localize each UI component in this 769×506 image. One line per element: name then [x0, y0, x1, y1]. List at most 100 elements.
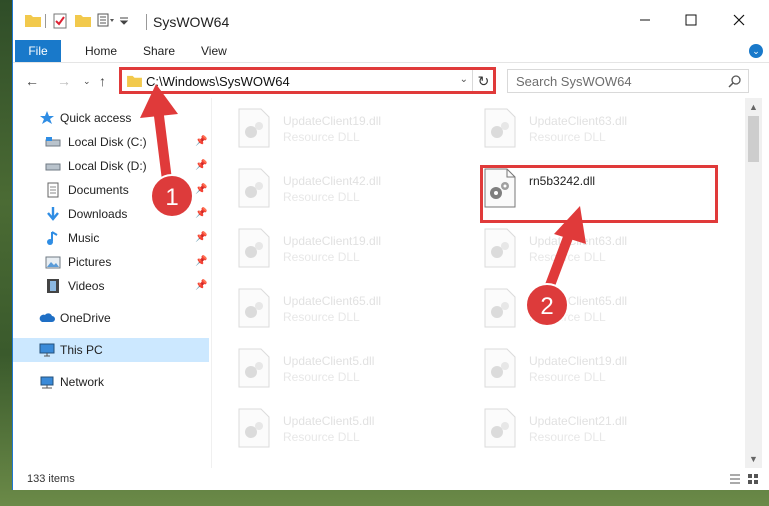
file-tile[interactable]: UpdateClient19.dll Resource DLL	[459, 342, 695, 398]
nav-label: This PC	[60, 343, 103, 357]
dll-file-icon	[484, 288, 516, 328]
pin-icon[interactable]: 📌	[195, 160, 207, 171]
nav-label: Local Disk (D:)	[68, 159, 147, 173]
nav-item-network[interactable]: Network	[13, 370, 209, 394]
file-type: Resource DLL	[283, 370, 360, 384]
ribbon-expand-icon[interactable]: ⌄	[749, 44, 763, 58]
folder-icon[interactable]	[25, 13, 41, 27]
file-tile[interactable]: UpdateClient42.dll Resource DLL	[213, 162, 449, 218]
file-type: Resource DLL	[283, 430, 360, 444]
drive-icon	[45, 137, 61, 147]
file-list: UpdateClient19.dll Resource DLL UpdateCl…	[213, 98, 745, 468]
dll-file-icon	[484, 408, 516, 448]
maximize-icon[interactable]	[681, 10, 701, 30]
file-name: UpdateClient65.dll	[283, 294, 382, 308]
tab-home[interactable]: Home	[85, 40, 117, 62]
file-tile[interactable]: UpdateClient63.dll Resource DLL	[459, 222, 695, 278]
navigation-pane: Quick access Local Disk (C:) 📌 Local Dis…	[13, 98, 209, 468]
file-type: Resource DLL	[529, 430, 606, 444]
nav-item-this-pc[interactable]: This PC	[13, 338, 209, 362]
large-icons-view-icon[interactable]	[747, 473, 759, 485]
pin-icon[interactable]: 📌	[195, 208, 207, 219]
tab-file[interactable]: File	[15, 40, 61, 62]
film-icon	[47, 279, 59, 293]
properties-icon[interactable]	[53, 13, 67, 29]
back-arrow-icon[interactable]: ←	[25, 73, 39, 89]
dll-file-icon	[484, 348, 516, 388]
pin-icon[interactable]: 📌	[195, 184, 207, 195]
pictures-icon	[45, 256, 61, 269]
nav-label: Documents	[68, 183, 129, 197]
minimize-icon[interactable]	[635, 10, 655, 30]
file-type: Resource DLL	[529, 370, 606, 384]
file-tile[interactable]: UpdateClient63.dll Resource DLL	[459, 102, 695, 158]
nav-item-music[interactable]: Music 📌	[13, 226, 209, 250]
nav-label: Network	[60, 375, 105, 389]
computer-icon	[39, 343, 55, 357]
pane-divider[interactable]	[211, 98, 212, 468]
file-name: UpdateClient19.dll	[283, 234, 382, 248]
file-name: UpdateClient21.dll	[529, 414, 628, 428]
up-arrow-icon[interactable]: ↑	[99, 73, 106, 89]
file-tile[interactable]: UpdateClient65.dll Resource DLL	[459, 282, 695, 338]
vertical-scrollbar[interactable]: ▲ ▼	[745, 98, 762, 468]
forward-arrow-icon[interactable]: →	[57, 73, 71, 89]
close-icon[interactable]	[729, 10, 749, 30]
qa-separator	[45, 14, 46, 28]
file-tile[interactable]: UpdateClient5.dll Resource DLL	[213, 402, 449, 458]
dll-file-icon	[238, 408, 270, 448]
file-name: UpdateClient19.dll	[529, 354, 628, 368]
document-icon	[47, 182, 59, 198]
dll-file-icon	[484, 228, 516, 268]
search-input[interactable]: Search SysWOW64	[507, 69, 749, 93]
pin-icon[interactable]: 📌	[195, 280, 207, 291]
file-tile[interactable]: UpdateClient19.dll Resource DLL	[213, 102, 449, 158]
nav-item-pictures[interactable]: Pictures 📌	[13, 250, 209, 274]
file-name: UpdateClient5.dll	[283, 354, 375, 368]
nav-label: Pictures	[68, 255, 112, 269]
nav-item-onedrive[interactable]: OneDrive	[13, 306, 209, 330]
dll-file-icon	[238, 168, 270, 208]
file-tile[interactable]: UpdateClient5.dll Resource DLL	[213, 342, 449, 398]
nav-label: OneDrive	[60, 311, 111, 325]
cloud-icon	[39, 313, 55, 322]
file-name: UpdateClient63.dll	[529, 114, 628, 128]
dll-file-icon	[238, 348, 270, 388]
pin-icon[interactable]: 📌	[195, 232, 207, 243]
file-name: UpdateClient19.dll	[283, 114, 382, 128]
new-folder-icon[interactable]	[75, 13, 91, 27]
pin-icon[interactable]: 📌	[195, 256, 207, 267]
file-type: Resource DLL	[283, 310, 360, 324]
file-type: Resource DLL	[529, 130, 606, 144]
nav-item-local-disk-c[interactable]: Local Disk (C:) 📌	[13, 130, 209, 154]
window-title: SysWOW64	[153, 14, 230, 30]
nav-item-videos[interactable]: Videos 📌	[13, 274, 209, 298]
file-type: Resource DLL	[283, 130, 360, 144]
music-icon	[47, 231, 58, 245]
pin-icon[interactable]: 📌	[195, 136, 207, 147]
scroll-thumb[interactable]	[748, 116, 759, 162]
dll-file-icon	[238, 108, 270, 148]
details-view-icon[interactable]	[729, 473, 741, 485]
scroll-down-icon[interactable]: ▼	[749, 454, 758, 464]
step-badge-2: 2	[525, 283, 569, 327]
recent-locations-icon[interactable]: ⌄	[83, 76, 91, 87]
search-icon[interactable]	[728, 74, 742, 88]
tab-share[interactable]: Share	[143, 40, 175, 62]
star-icon	[40, 111, 54, 124]
file-tile[interactable]: UpdateClient19.dll Resource DLL	[213, 222, 449, 278]
dll-file-icon	[484, 108, 516, 148]
file-tile[interactable]: UpdateClient21.dll Resource DLL	[459, 402, 695, 458]
qa-dropdown-icon[interactable]	[119, 17, 129, 25]
network-icon	[40, 376, 54, 389]
nav-item-quick-access[interactable]: Quick access	[13, 106, 209, 130]
file-name: UpdateClient63.dll	[529, 234, 628, 248]
tab-view[interactable]: View	[201, 40, 227, 62]
file-type: Resource DLL	[529, 250, 606, 264]
nav-label: Music	[68, 231, 100, 245]
customize-icon[interactable]	[97, 13, 115, 27]
scroll-up-icon[interactable]: ▲	[749, 102, 758, 112]
file-name: UpdateClient42.dll	[283, 174, 382, 188]
file-tile[interactable]: UpdateClient65.dll Resource DLL	[213, 282, 449, 338]
download-icon	[47, 207, 59, 221]
